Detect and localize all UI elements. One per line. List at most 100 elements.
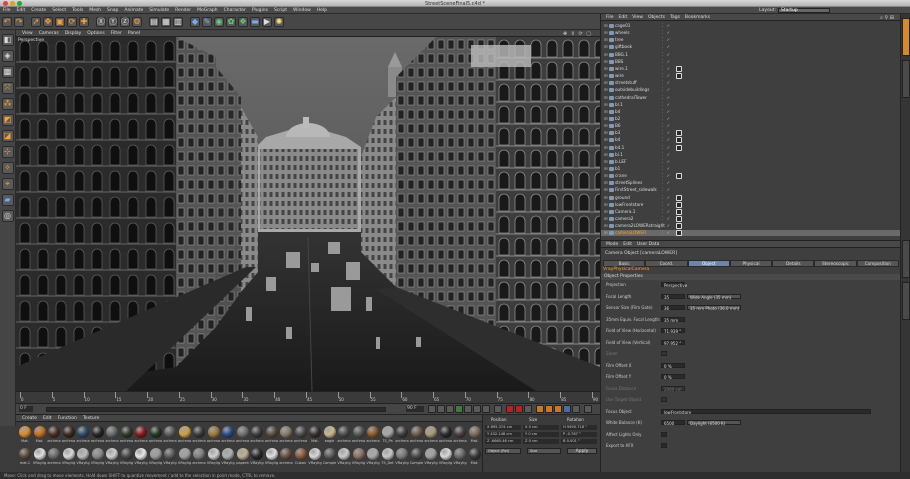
material-swatch[interactable]: Mat. <box>468 447 482 467</box>
expand-icon[interactable]: ⊞ <box>604 102 608 108</box>
attribute-menu-edit[interactable]: Edit <box>623 242 632 247</box>
tab-physical[interactable]: Physical <box>729 260 773 267</box>
tab-coord[interactable]: Coord. <box>645 260 688 267</box>
material-swatch[interactable]: VRaylig <box>105 447 119 467</box>
visibility-flags-icon[interactable]: ⁚ ✓ <box>662 123 671 129</box>
viewport-menu-filter[interactable]: Filter <box>111 31 122 36</box>
next-frame-icon[interactable] <box>464 405 472 413</box>
material-swatch[interactable]: archma <box>105 425 119 445</box>
material-tag-icon[interactable] <box>676 230 682 237</box>
object-row[interactable]: ⊞ lowFrontstore ⁚ ✓ <box>601 201 901 208</box>
object-manager-search-icon[interactable]: ⌕ ⚲ ⊞ <box>880 15 894 21</box>
pos-y-field[interactable]: Y 432.148 cm <box>485 432 521 437</box>
material-swatch[interactable]: VRaylig <box>163 447 177 467</box>
property-value-field[interactable]: 6500 <box>661 420 685 426</box>
visibility-flags-icon[interactable]: ⁚ ✓ <box>662 59 671 65</box>
undo-icon[interactable]: ↶ <box>2 16 12 27</box>
visibility-flags-icon[interactable]: ⁚ ✓ <box>662 180 671 186</box>
spline-pen-icon[interactable]: ✎ <box>202 16 212 27</box>
object-row[interactable]: ⊞ b.LEF ⁚ ✓ <box>601 159 901 165</box>
object-menu-view[interactable]: View <box>632 15 643 20</box>
expand-icon[interactable]: ⊞ <box>604 166 608 172</box>
material-swatch[interactable]: archma <box>120 425 134 445</box>
material-swatch[interactable]: VRaylig <box>424 447 438 467</box>
material-swatch[interactable]: VRaylig <box>134 447 148 467</box>
object-row[interactable]: ⊞ BBG.1 ⁚ ✓ <box>601 52 901 58</box>
menu-item-character[interactable]: Character <box>224 8 246 13</box>
material-tag-icon[interactable] <box>676 201 682 208</box>
property-value-field[interactable]: 0 % <box>661 374 685 380</box>
property-preset-dropdown[interactable]: Wide Angle (35 mm) <box>687 293 741 300</box>
expand-icon[interactable]: ⊞ <box>604 109 608 115</box>
material-swatch[interactable]: archma <box>62 425 76 445</box>
material-tag-icon[interactable] <box>676 144 682 151</box>
material-swatch[interactable]: archma <box>250 425 264 445</box>
end-frame-field[interactable]: 90 F <box>406 406 424 412</box>
property-checkbox[interactable] <box>661 443 667 448</box>
visibility-flags-icon[interactable]: ⁚ ✓ <box>662 44 671 50</box>
move-icon[interactable]: ✥ <box>43 16 53 27</box>
material-swatch[interactable]: archma <box>149 425 163 445</box>
material-tag-icon[interactable] <box>676 137 682 144</box>
goto-start-icon[interactable] <box>428 405 436 413</box>
menu-item-snap[interactable]: Snap <box>107 8 118 13</box>
tab-details[interactable]: Details <box>772 260 815 267</box>
material-swatch[interactable]: archma <box>366 425 380 445</box>
current-frame-field[interactable]: 0 F <box>19 406 33 412</box>
camera-icon[interactable]: ▶ <box>262 16 272 27</box>
layers-tab[interactable] <box>902 282 910 320</box>
material-swatch[interactable]: Mat. <box>308 425 322 445</box>
menu-item-animate[interactable]: Animate <box>124 8 143 13</box>
object-row[interactable]: ⊞ crane ⁚ ✓ <box>601 173 901 180</box>
material-swatch[interactable]: archma <box>134 425 148 445</box>
object-row[interactable]: ⊞ wheels ⁚ ✓ <box>601 30 901 36</box>
material-swatch[interactable]: archma <box>294 425 308 445</box>
visibility-flags-icon[interactable]: ⁚ ✓ <box>662 195 671 201</box>
viewport-menu-view[interactable]: View <box>22 31 33 36</box>
pos-x-field[interactable]: X 895.374 cm <box>485 425 521 430</box>
attribute-menu-mode[interactable]: Mode <box>606 242 618 247</box>
expand-icon[interactable]: ⊞ <box>604 202 608 208</box>
visibility-flags-icon[interactable]: ⁚ ✓ <box>662 87 671 93</box>
property-value-field[interactable]: 97.952 ° <box>661 339 685 346</box>
viewport-menu-options[interactable]: Options <box>87 31 104 36</box>
material-swatch[interactable]: paperb <box>236 447 250 467</box>
object-row[interactable]: ⊞ wire.1 ⁚ ✓ <box>601 65 901 72</box>
material-swatch[interactable]: archma <box>410 425 424 445</box>
material-swatch[interactable]: eagle <box>323 425 337 445</box>
material-tag-icon[interactable] <box>676 216 682 223</box>
size-y-field[interactable]: Y 0 cm <box>523 432 559 437</box>
expand-icon[interactable]: ⊞ <box>604 87 608 93</box>
loop-icon[interactable] <box>494 405 502 413</box>
expand-icon[interactable]: ⊞ <box>604 52 608 58</box>
material-swatch[interactable]: archma <box>279 425 293 445</box>
visibility-flags-icon[interactable]: ⁚ ✓ <box>662 223 671 229</box>
layout-dropdown[interactable]: Startup <box>778 8 830 13</box>
material-swatch[interactable]: Cuban <box>294 447 308 467</box>
material-swatch[interactable]: archma <box>453 425 467 445</box>
expand-icon[interactable]: ⊞ <box>604 123 608 129</box>
expand-icon[interactable]: ⊞ <box>604 187 608 193</box>
menu-item-tools[interactable]: Tools <box>72 8 83 13</box>
tab-stereoscopic[interactable]: Stereoscopic <box>814 260 857 267</box>
expand-icon[interactable]: ⊞ <box>604 66 608 72</box>
solo-icon[interactable]: ◎ <box>1 210 14 222</box>
property-checkbox[interactable] <box>661 397 667 402</box>
expand-icon[interactable]: ⊞ <box>604 195 608 201</box>
object-row[interactable]: ⊞ FirstStreet_sidewalk ⁚ ✓ <box>601 187 901 193</box>
material-tag-icon[interactable] <box>676 194 682 201</box>
material-swatch[interactable]: VRaylig <box>453 447 467 467</box>
material-swatch[interactable]: VRaylig <box>149 447 163 467</box>
material-swatch[interactable]: VRaylig <box>250 447 264 467</box>
tab-composition[interactable]: Composition <box>856 260 899 267</box>
material-swatch[interactable]: VRaylig <box>221 447 235 467</box>
object-row[interactable]: ⊞ b4.1 ⁚ ✓ <box>601 144 901 151</box>
material-swatch[interactable]: Mat. <box>33 425 47 445</box>
visibility-flags-icon[interactable]: ⁚ ✓ <box>662 145 671 151</box>
object-row[interactable]: ⊞ streetSplines ⁚ ✓ <box>601 180 901 186</box>
expand-icon[interactable]: ⊞ <box>604 137 608 143</box>
visibility-flags-icon[interactable]: ⁚ ✓ <box>662 80 671 86</box>
visibility-flags-icon[interactable]: ⁚ ✓ <box>662 37 671 43</box>
array-icon[interactable]: ✿ <box>226 16 236 27</box>
apply-button[interactable]: Apply <box>567 448 597 454</box>
